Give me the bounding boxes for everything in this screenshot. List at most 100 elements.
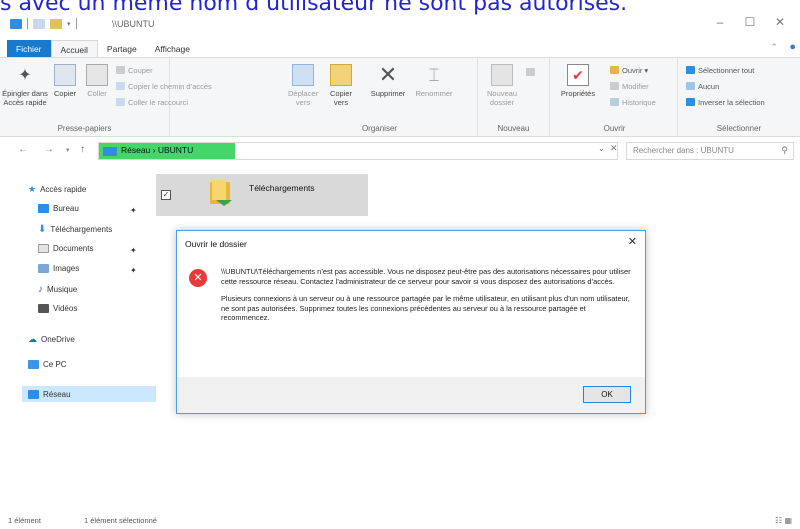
edit-button[interactable]: Modifier xyxy=(610,80,649,92)
copy-to-label: Copier vers xyxy=(329,89,353,107)
copy-to-button[interactable]: Copier vers xyxy=(324,62,358,107)
nav-item-images[interactable]: Images xyxy=(38,264,79,273)
tab-file[interactable]: Fichier xyxy=(7,40,51,58)
open-button[interactable]: Ouvrir ▾ xyxy=(610,64,648,76)
history-button[interactable]: Historique xyxy=(610,96,656,108)
nav-label-videos: Vidéos xyxy=(53,304,78,313)
open-dropdown-icon: ▾ xyxy=(644,65,649,75)
delete-label: Supprimer xyxy=(370,89,406,98)
dialog-title: Ouvrir le dossier xyxy=(185,239,247,249)
window-app-icon xyxy=(10,18,22,29)
pin-button[interactable]: ✦ Épingler dans Accès rapide xyxy=(2,62,48,107)
scissors-icon xyxy=(116,66,125,74)
edit-label: Modifier xyxy=(622,81,649,91)
address-path[interactable]: Réseau › UBUNTU xyxy=(121,145,193,155)
dialog-close-icon[interactable]: ✕ xyxy=(628,235,637,248)
copy-path-button[interactable]: Copier le chemin d’accès xyxy=(116,80,212,92)
properties-quick-icon[interactable] xyxy=(33,18,45,29)
error-icon: ✕ xyxy=(189,269,207,287)
toolbar-separator xyxy=(27,18,28,29)
overlay-caption: s avec un même nom d’utilisateur ne sont… xyxy=(0,0,628,16)
paste-label: Coller xyxy=(87,89,107,98)
history-icon xyxy=(610,98,619,106)
tab-view[interactable]: Affichage xyxy=(146,40,199,58)
item-checkbox[interactable]: ✓ xyxy=(161,190,171,200)
file-item-selected[interactable] xyxy=(156,174,368,216)
paste-button[interactable]: Coller xyxy=(82,62,112,98)
nav-item-documents[interactable]: Documents xyxy=(38,244,93,253)
select-all-button[interactable]: Sélectionner tout xyxy=(686,64,754,76)
open-group-label: Ouvrir xyxy=(603,124,626,133)
tab-share[interactable]: Partage xyxy=(98,40,146,58)
ribbon-collapse-icon[interactable]: ⌃ xyxy=(770,42,778,53)
download-arrow-icon: ⬇ xyxy=(38,224,47,235)
pin-icon: ✦ xyxy=(18,66,32,84)
recent-locations-icon[interactable]: ▾ xyxy=(66,146,70,154)
ribbon: ✦ Épingler dans Accès rapide Copier Coll… xyxy=(0,57,800,137)
nav-item-onedrive[interactable]: ☁ OneDrive xyxy=(28,334,75,345)
help-icon[interactable]: ● xyxy=(789,41,796,53)
file-name[interactable]: Téléchargements xyxy=(249,183,315,193)
up-arrow-icon[interactable]: ↑ xyxy=(80,144,85,155)
dialog-message: \\UBUNTU\Téléchargements n’est pas acces… xyxy=(221,267,635,331)
select-none-button[interactable]: Aucun xyxy=(686,80,719,92)
search-box[interactable]: Rechercher dans : UBUNTU ⚲ xyxy=(626,142,794,160)
copy-path-label: Copier le chemin d’accès xyxy=(128,81,212,91)
nav-item-desktop[interactable]: Bureau xyxy=(38,204,79,213)
cut-label: Couper xyxy=(128,65,153,75)
copy-to-icon xyxy=(330,64,352,86)
new-item-button[interactable] xyxy=(526,66,538,78)
address-bar[interactable]: Réseau › UBUNTU xyxy=(98,142,618,160)
navigation-pane: ★ Accès rapide Bureau ✦ ⬇ Téléchargements … xyxy=(0,166,160,510)
shortcut-icon xyxy=(116,98,125,106)
address-clear-icon[interactable]: ✕ xyxy=(610,143,618,154)
status-item-count: 1 élément xyxy=(8,516,41,525)
nav-item-music[interactable]: ♪ Musique xyxy=(38,284,77,295)
cloud-icon: ☁ xyxy=(28,334,37,344)
open-label: Ouvrir xyxy=(622,65,643,75)
copy-button[interactable]: Copier xyxy=(50,62,80,98)
open-folder-icon xyxy=(610,66,619,74)
select-none-label: Aucun xyxy=(698,81,720,91)
network-icon xyxy=(103,147,117,156)
organize-group: Déplacer vers Copier vers ✕ Supprimer ⌶ … xyxy=(282,58,478,136)
delete-x-icon: ✕ xyxy=(378,62,398,87)
pin-icon: ✦ xyxy=(130,246,137,255)
pin-label: Épingler dans Accès rapide xyxy=(2,89,48,107)
new-folder-quick-icon[interactable] xyxy=(50,18,62,29)
invert-selection-button[interactable]: Inverser la sélection xyxy=(686,96,765,108)
forward-arrow-icon[interactable]: → xyxy=(44,144,54,155)
move-to-icon xyxy=(292,64,314,86)
ok-button[interactable]: OK xyxy=(583,386,631,403)
search-icon[interactable]: ⚲ xyxy=(781,145,788,156)
clipboard-group: ✦ Épingler dans Accès rapide Copier Coll… xyxy=(0,58,212,136)
nav-label-desktop: Bureau xyxy=(53,204,79,213)
address-dropdown-icon[interactable]: ⌄ xyxy=(598,144,605,153)
properties-button[interactable]: ✔ Propriétés xyxy=(556,62,600,98)
rename-button[interactable]: ⌶ Renommer xyxy=(414,62,454,98)
folder-icon xyxy=(210,180,232,206)
new-folder-button[interactable]: Nouveau dossier xyxy=(482,62,522,107)
nav-item-quick-access[interactable]: ★ Accès rapide xyxy=(28,184,86,195)
view-toggle-icons[interactable]: ☷ ▦ xyxy=(775,516,792,525)
nav-item-downloads[interactable]: ⬇ Téléchargements xyxy=(38,224,112,235)
status-bar: 1 élément 1 élément sélectionné ☷ ▦ xyxy=(0,514,800,529)
delete-button[interactable]: ✕ Supprimer xyxy=(368,62,408,99)
paste-shortcut-button[interactable]: Coller le raccourci xyxy=(116,96,188,108)
nav-item-videos[interactable]: Vidéos xyxy=(38,304,77,313)
history-label: Historique xyxy=(622,97,656,107)
properties-check-icon: ✔ xyxy=(567,64,589,86)
cut-button[interactable]: Couper xyxy=(116,64,153,76)
select-all-label: Sélectionner tout xyxy=(698,65,755,75)
copy-label: Copier xyxy=(53,89,77,98)
new-item-icon xyxy=(526,68,535,76)
customize-toolbar-icon[interactable]: ▾ xyxy=(67,20,71,28)
back-arrow-icon[interactable]: ← xyxy=(18,144,28,155)
nav-item-this-pc[interactable]: Ce PC xyxy=(28,360,67,369)
move-to-label: Déplacer vers xyxy=(287,89,318,107)
network-icon xyxy=(28,389,39,399)
move-to-button[interactable]: Déplacer vers xyxy=(286,62,320,107)
nav-item-network[interactable]: Réseau xyxy=(22,386,156,402)
tab-home[interactable]: Accueil xyxy=(50,40,98,58)
nav-label-quick-access: Accès rapide xyxy=(40,185,87,194)
